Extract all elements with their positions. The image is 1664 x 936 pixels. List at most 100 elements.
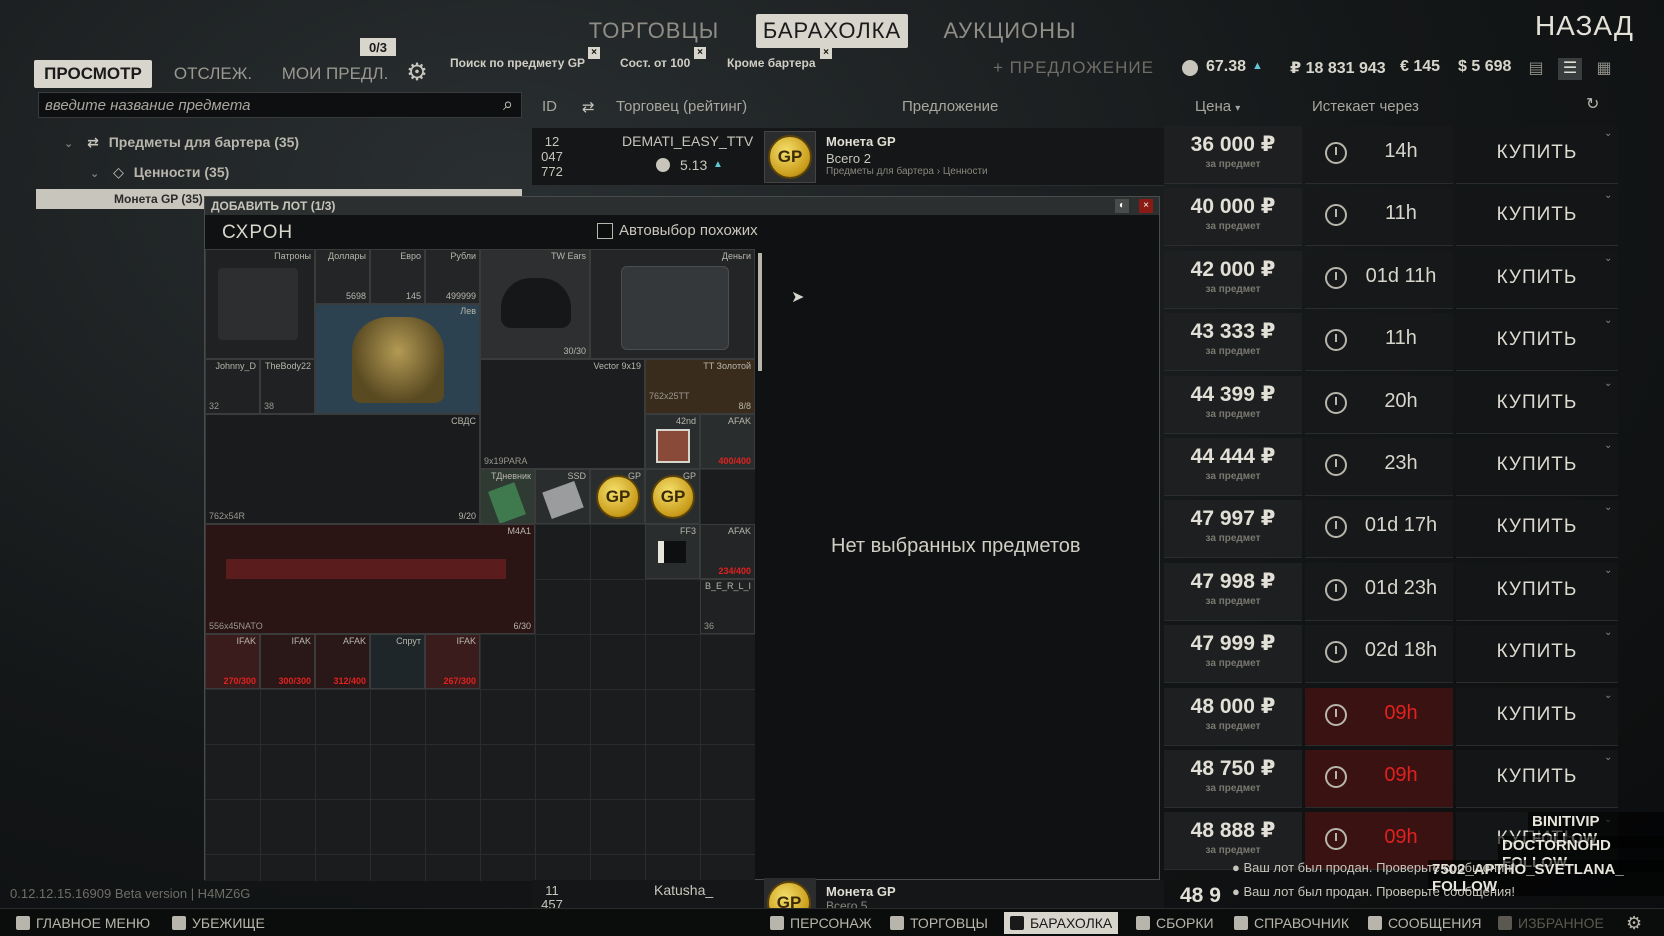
- afak-item[interactable]: AFAK 234/400: [700, 524, 755, 579]
- chevron-down-icon[interactable]: ⌄: [1604, 752, 1618, 763]
- gear-icon[interactable]: ⚙: [404, 60, 430, 86]
- chevron-down-icon[interactable]: ⌄: [1604, 128, 1618, 139]
- buy-button[interactable]: КУПИТЬ: [1456, 625, 1618, 683]
- chevron-down-icon[interactable]: ⌄: [1604, 440, 1618, 451]
- notification[interactable]: ● Ваш лот был продан. Проверьте сообщени…: [1232, 884, 1515, 899]
- stash-grid[interactable]: Патроны Доллары 5698 Евро 145 Рубли 4999…: [205, 249, 755, 881]
- sprut-item[interactable]: Спрут: [370, 634, 425, 689]
- buy-button[interactable]: КУПИТЬ: [1456, 188, 1618, 246]
- auto-select-label[interactable]: Автовыбор похожих: [619, 222, 758, 239]
- ammo-box-item[interactable]: Патроны: [205, 249, 315, 359]
- chevron-down-icon[interactable]: ⌄: [1604, 502, 1618, 513]
- filter-chip-barter[interactable]: Кроме бартера: [727, 56, 816, 74]
- offer-item-name[interactable]: Монета GP: [826, 884, 896, 899]
- ifak-item[interactable]: IFAK 300/300: [260, 634, 315, 689]
- tree-valuables[interactable]: ⌄ ◇ Ценности (35): [90, 164, 229, 181]
- poster-item[interactable]: 42nd: [645, 414, 700, 469]
- money-case-item[interactable]: Деньги: [590, 249, 755, 359]
- nav-hideout[interactable]: УБЕЖИЩЕ: [172, 912, 265, 934]
- search-icon[interactable]: ⌕: [498, 94, 518, 114]
- dogtag-item[interactable]: B_E_R_L_I 36: [700, 579, 755, 634]
- svds-rifle-item[interactable]: СВДС 762x54R 9/20: [205, 414, 480, 524]
- back-button[interactable]: НАЗАД: [1535, 10, 1634, 42]
- ssd-item[interactable]: SSD: [535, 469, 590, 524]
- m4a1-rifle-item[interactable]: M4A1 556x45NATO 6/30: [205, 524, 535, 634]
- settings-icon[interactable]: ⚙: [1626, 912, 1642, 934]
- vector-smg-item[interactable]: Vector 9x19 9x19PARA: [480, 359, 645, 469]
- add-offer-button[interactable]: + ПРЕДЛОЖЕНИЕ: [993, 58, 1154, 78]
- diary-item[interactable]: ТДневник: [480, 469, 535, 524]
- close-icon[interactable]: ×: [588, 47, 600, 59]
- close-icon[interactable]: ×: [694, 47, 706, 59]
- col-id[interactable]: ID: [542, 98, 557, 115]
- chevron-down-icon[interactable]: ⌄: [1604, 378, 1618, 389]
- nav-traders[interactable]: ТОРГОВЦЫ: [890, 912, 988, 934]
- dollars-item[interactable]: Доллары 5698: [315, 249, 370, 304]
- compact-view-icon[interactable]: ▤: [1524, 58, 1548, 80]
- rubles-item[interactable]: Рубли 499999: [425, 249, 480, 304]
- refresh-icon[interactable]: ↻: [1586, 94, 1599, 114]
- close-icon[interactable]: ×: [820, 47, 832, 59]
- buy-button[interactable]: КУПИТЬ: [1456, 500, 1618, 558]
- afak-item[interactable]: AFAK 312/400: [315, 634, 370, 689]
- minimize-icon[interactable]: ◐: [1115, 199, 1129, 213]
- col-price[interactable]: Цена ▾: [1195, 98, 1240, 115]
- chevron-down-icon[interactable]: ⌄: [1604, 190, 1618, 201]
- afak-item[interactable]: AFAK 400/400: [700, 414, 755, 469]
- buy-button[interactable]: КУПИТЬ: [1456, 376, 1618, 434]
- offer-item-name[interactable]: Монета GP: [826, 134, 896, 149]
- nav-messages[interactable]: СООБЩЕНИЯ: [1368, 912, 1482, 934]
- buy-button[interactable]: КУПИТЬ: [1456, 126, 1618, 184]
- tab-auctions[interactable]: АУКЦИОНЫ: [943, 14, 1075, 48]
- grid-view-icon[interactable]: ▦: [1592, 58, 1616, 80]
- buy-button[interactable]: КУПИТЬ: [1456, 438, 1618, 496]
- buy-button[interactable]: КУПИТЬ: [1456, 563, 1618, 621]
- tab-flea-market[interactable]: БАРАХОЛКА: [756, 14, 908, 48]
- stash-scrollbar[interactable]: [758, 253, 762, 371]
- gp-coin-item[interactable]: GP GP: [590, 469, 645, 524]
- nav-favorites[interactable]: ИЗБРАННОЕ: [1498, 912, 1604, 934]
- dogtag-item[interactable]: TheBody22 38: [260, 359, 315, 414]
- tw-ears-item[interactable]: TW Ears 30/30: [480, 249, 590, 359]
- nav-main-menu[interactable]: ГЛАВНОЕ МЕНЮ: [16, 912, 150, 934]
- dogtag-item[interactable]: Johnny_D 32: [205, 359, 260, 414]
- nav-character[interactable]: ПЕРСОНАЖ: [770, 912, 872, 934]
- chevron-down-icon[interactable]: ⌄: [1604, 690, 1618, 701]
- list-view-icon[interactable]: ☰: [1558, 58, 1582, 80]
- filter-chip-condition[interactable]: Сост. от 100: [620, 56, 690, 74]
- chevron-down-icon[interactable]: ⌄: [1604, 627, 1618, 638]
- tt-gold-item[interactable]: TT Золотой 762x25TT 8/8: [645, 359, 755, 414]
- buy-button[interactable]: КУПИТЬ: [1456, 251, 1618, 309]
- filter-chip-item[interactable]: Поиск по предмету GP: [450, 56, 585, 74]
- trader-name[interactable]: DEMATI_EASY_TTV: [622, 133, 753, 149]
- tab-my-offers[interactable]: МОИ ПРЕДЛ.: [280, 60, 390, 88]
- ifak-item[interactable]: IFAK 270/300: [205, 634, 260, 689]
- tab-traders[interactable]: ТОРГОВЦЫ: [589, 14, 718, 48]
- chevron-down-icon[interactable]: ⌄: [1604, 565, 1618, 576]
- chevron-down-icon[interactable]: ⌄: [1604, 315, 1618, 326]
- nav-handbook[interactable]: СПРАВОЧНИК: [1234, 912, 1349, 934]
- tab-watchlist[interactable]: ОТСЛЕЖ.: [168, 60, 258, 88]
- nav-builds[interactable]: СБОРКИ: [1136, 912, 1214, 934]
- buy-button[interactable]: КУПИТЬ: [1456, 688, 1618, 746]
- buy-button[interactable]: КУПИТЬ: [1456, 313, 1618, 371]
- auto-select-checkbox[interactable]: [597, 223, 613, 239]
- ifak-item[interactable]: IFAK 267/300: [425, 634, 480, 689]
- euro-item[interactable]: Евро 145: [370, 249, 425, 304]
- tree-barter-items[interactable]: ⌄ ⇄ Предметы для бартера (35): [64, 134, 299, 151]
- notification[interactable]: ● Ваш лот был продан. Проверьте сообщени…: [1232, 860, 1515, 875]
- col-offer[interactable]: Предложение: [902, 98, 998, 115]
- nav-flea-market[interactable]: БАРАХОЛКА: [1004, 912, 1119, 934]
- offer-price: 47 997 ₽: [1190, 507, 1276, 530]
- close-icon[interactable]: ×: [1139, 199, 1153, 213]
- col-trader[interactable]: Торговец (рейтинг): [616, 98, 747, 115]
- trader-name[interactable]: Katusha_: [654, 882, 713, 898]
- search-input[interactable]: введите название предмета: [38, 92, 522, 118]
- lion-statue-item[interactable]: Лев: [315, 304, 480, 414]
- ff3-item[interactable]: FF3: [645, 524, 700, 579]
- buy-button[interactable]: КУПИТЬ: [1456, 750, 1618, 808]
- chevron-down-icon[interactable]: ⌄: [1604, 253, 1618, 264]
- gp-coin-item[interactable]: GP GP: [645, 469, 700, 524]
- tab-browse[interactable]: ПРОСМОТР: [34, 60, 152, 88]
- col-expires[interactable]: Истекает через: [1312, 98, 1419, 115]
